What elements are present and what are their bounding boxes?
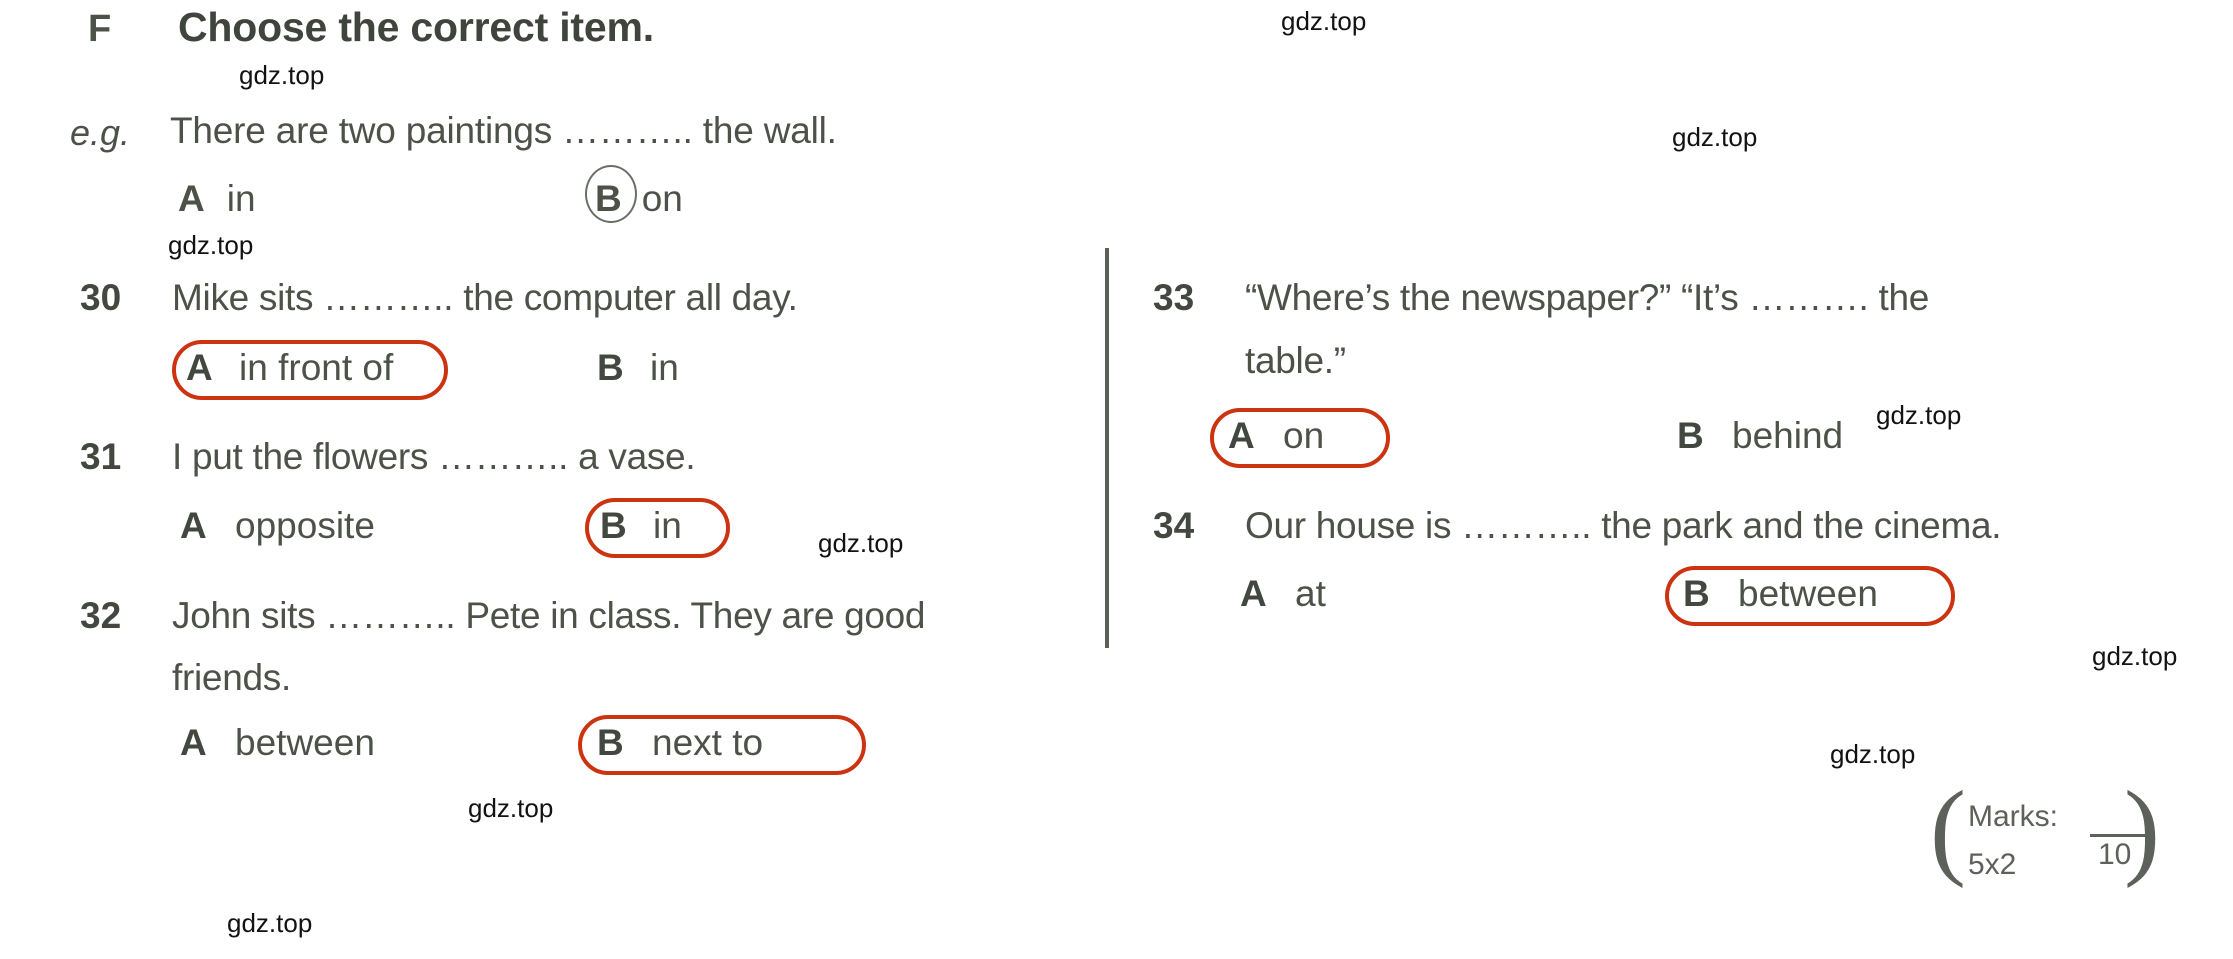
watermark: gdz.top [168, 230, 254, 260]
option-31-a-text: opposite [235, 505, 375, 546]
option-33-a[interactable]: A on [1228, 415, 1324, 457]
option-34-a[interactable]: A at [1240, 573, 1326, 615]
marks-label: Marks: [1968, 800, 2058, 833]
example-option-b[interactable]: Bon [595, 178, 683, 220]
worksheet-page: F Choose the correct item. e.g. There ar… [0, 0, 2233, 959]
watermark: gdz.top [1830, 739, 1916, 769]
option-32-b-text: next to [652, 722, 764, 763]
option-32-b[interactable]: B next to [597, 722, 763, 764]
exercise-title: Choose the correct item. [178, 4, 654, 50]
question-number-31: 31 [80, 436, 122, 477]
option-30-a-key: A [186, 347, 213, 388]
option-34-b-text: between [1738, 573, 1878, 614]
question-number-32: 32 [80, 595, 122, 636]
watermark: gdz.top [1281, 6, 1367, 36]
option-30-b-key: B [597, 347, 624, 388]
question-text-31: I put the flowers ……….. a vase. [172, 436, 696, 477]
marks-left-paren-icon: ( [1930, 770, 1966, 889]
example-label: e.g. [70, 112, 131, 153]
option-34-b-key: B [1683, 573, 1710, 614]
option-32-a-text: between [235, 722, 375, 763]
example-option-b-key: B [595, 178, 622, 219]
exercise-letter: F [88, 8, 112, 50]
question-text-33-line2: table.” [1245, 340, 1346, 381]
watermark: gdz.top [2092, 641, 2178, 671]
option-31-a[interactable]: A opposite [180, 505, 375, 547]
watermark: gdz.top [239, 60, 325, 90]
question-text-33: “Where’s the newspaper?” “It’s ………. the [1245, 277, 1930, 318]
option-34-a-key: A [1240, 573, 1267, 614]
marks-weight: 5x2 [1968, 848, 2017, 881]
question-text-32-line2: friends. [172, 657, 291, 698]
question-text-30: Mike sits ……….. the computer all day. [172, 277, 798, 318]
marks-box: ( ) Marks: 10 5x2 [1930, 776, 2160, 905]
marks-blank-rule [2090, 834, 2150, 837]
watermark: gdz.top [468, 793, 554, 823]
example-option-a-text: in [226, 178, 256, 219]
option-32-b-key: B [597, 722, 624, 763]
option-32-a-key: A [180, 722, 207, 763]
watermark: gdz.top [1672, 122, 1758, 152]
option-33-b[interactable]: B behind [1677, 415, 1843, 457]
option-31-a-key: A [180, 505, 207, 546]
option-30-a[interactable]: A in front of [186, 347, 393, 389]
watermark: gdz.top [818, 528, 904, 558]
marks-total: 10 [2098, 838, 2132, 871]
option-31-b[interactable]: B in [600, 505, 682, 547]
question-number-33: 33 [1153, 277, 1195, 318]
option-31-b-key: B [600, 505, 627, 546]
example-sentence: There are two paintings ……….. the wall. [170, 110, 837, 151]
option-34-b[interactable]: B between [1683, 573, 1878, 615]
option-30-b-text: in [650, 347, 679, 388]
example-option-b-text: on [641, 178, 683, 219]
option-33-b-key: B [1677, 415, 1704, 456]
question-number-34: 34 [1153, 505, 1195, 546]
option-31-b-text: in [653, 505, 682, 546]
option-32-a[interactable]: A between [180, 722, 375, 764]
question-text-34: Our house is ……….. the park and the cine… [1245, 505, 2002, 546]
question-text-32: John sits ……….. Pete in class. They are … [172, 595, 926, 636]
option-30-a-text: in front of [239, 347, 394, 388]
option-33-b-text: behind [1732, 415, 1844, 456]
option-33-a-text: on [1283, 415, 1325, 456]
watermark: gdz.top [227, 908, 313, 938]
question-number-30: 30 [80, 277, 122, 318]
watermark: gdz.top [1876, 400, 1962, 430]
option-33-a-key: A [1228, 415, 1255, 456]
example-option-a-key: A [178, 178, 205, 219]
option-30-b[interactable]: B in [597, 347, 679, 389]
column-divider [1105, 248, 1109, 648]
option-34-a-text: at [1295, 573, 1326, 614]
example-option-a[interactable]: Ain [178, 178, 256, 220]
